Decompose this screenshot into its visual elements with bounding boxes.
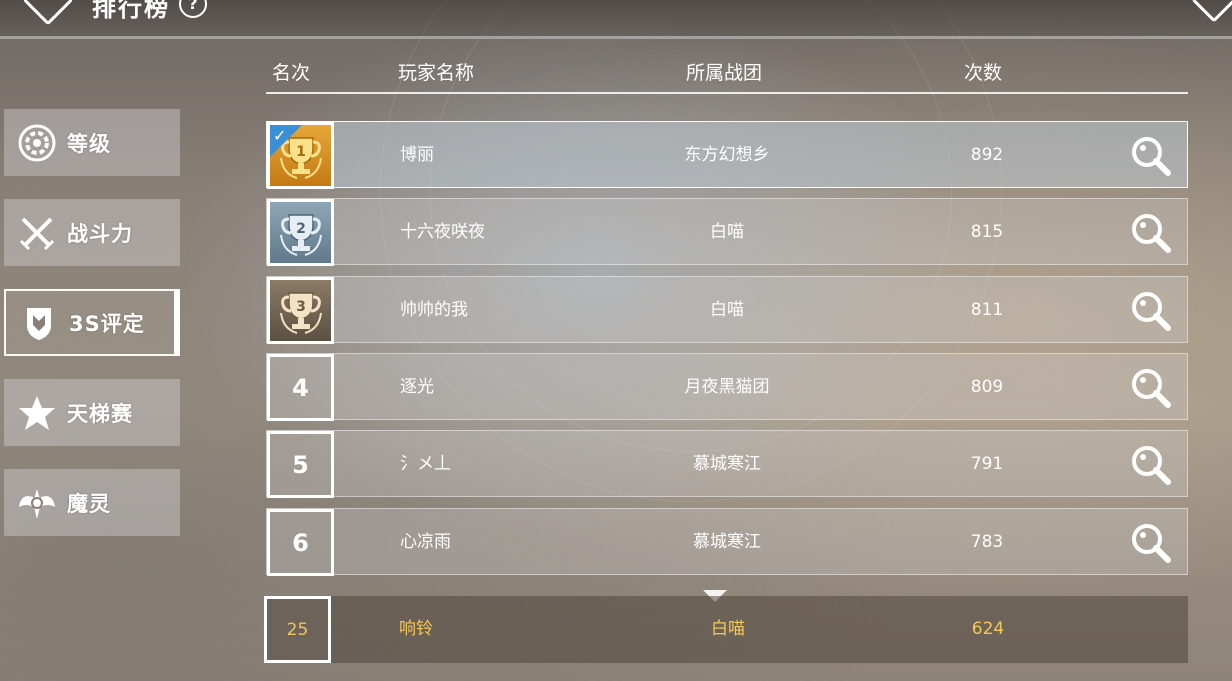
- level-gear-icon: [17, 123, 57, 163]
- team-name: 白喵: [710, 222, 744, 242]
- sidebar-item-level[interactable]: 等级: [4, 109, 180, 176]
- count-value: 892: [970, 145, 1004, 165]
- player-name: 帅帅的我: [400, 300, 468, 320]
- count-value: 783: [970, 532, 1004, 552]
- check-icon: ✓: [273, 126, 287, 145]
- svg-text:3: 3: [296, 299, 306, 315]
- player-name: 心凉雨: [400, 532, 451, 552]
- column-header-rank: 名次: [272, 62, 311, 84]
- table-row[interactable]: 3 帅帅的我 白喵 811: [266, 276, 1188, 344]
- my-count-value: 624: [971, 619, 1005, 639]
- search-icon[interactable]: [1129, 366, 1173, 410]
- my-rank-row: 25 响铃 白喵 624: [264, 596, 1188, 663]
- team-name: 慕城寒江: [693, 532, 761, 552]
- player-name: 氵メ丄: [400, 454, 451, 474]
- crossed-swords-icon: [17, 213, 57, 253]
- help-icon[interactable]: ?: [179, 0, 207, 18]
- search-icon[interactable]: [1129, 289, 1173, 333]
- search-icon[interactable]: [1129, 211, 1173, 255]
- column-header-team: 所属战团: [686, 62, 763, 84]
- sidebar-item-label: 等级: [67, 131, 111, 156]
- table-row[interactable]: 4 逐光 月夜黑猫团 809: [266, 353, 1188, 421]
- search-icon[interactable]: [1129, 521, 1173, 565]
- winged-spirit-icon: [17, 483, 57, 523]
- page-title: 排行榜: [92, 0, 170, 22]
- count-value: 809: [970, 377, 1004, 397]
- table-row[interactable]: 5 氵メ丄 慕城寒江 791: [266, 430, 1188, 498]
- team-name: 白喵: [710, 300, 744, 320]
- search-icon[interactable]: [1129, 443, 1173, 487]
- table-header: 名次 玩家名称 所属战团 次数: [266, 56, 1188, 94]
- team-name: 慕城寒江: [693, 454, 761, 474]
- count-value: 815: [970, 222, 1004, 242]
- my-rank-number: 25: [264, 596, 331, 663]
- sidebar-item-label: 天梯赛: [67, 401, 133, 426]
- sidebar-item-label: 3S评定: [69, 311, 145, 336]
- rank-number: 6: [267, 509, 334, 576]
- svg-text:2: 2: [296, 221, 306, 237]
- sidebar-item-label: 魔灵: [67, 491, 111, 516]
- my-player-name: 响铃: [399, 619, 433, 639]
- back-diamond-icon[interactable]: [22, 0, 74, 26]
- star-icon: [17, 393, 57, 433]
- table-row[interactable]: 1 ✓ 博丽 东方幻想乡 892: [266, 121, 1188, 189]
- column-header-count: 次数: [964, 62, 1003, 84]
- exit-icon[interactable]: [1191, 0, 1232, 23]
- gold-trophy-icon: 1 ✓: [267, 122, 334, 189]
- shield-crest-icon: [19, 303, 59, 343]
- count-value: 791: [970, 454, 1004, 474]
- top-bar: 排行榜 ?: [0, 0, 1232, 39]
- rank-number: 5: [267, 431, 334, 498]
- team-name: 月夜黑猫团: [684, 377, 770, 397]
- silver-trophy-icon: 2: [267, 199, 334, 266]
- sidebar-item-ladder[interactable]: 天梯赛: [4, 379, 180, 446]
- player-name: 逐光: [400, 377, 434, 397]
- table-row[interactable]: 6 心凉雨 慕城寒江 783: [266, 508, 1188, 576]
- bronze-trophy-icon: 3: [267, 277, 334, 344]
- rank-number: 4: [267, 354, 334, 421]
- my-team-name: 白喵: [711, 619, 745, 639]
- player-name: 十六夜咲夜: [400, 222, 485, 242]
- search-icon[interactable]: [1129, 134, 1173, 178]
- team-name: 东方幻想乡: [684, 145, 770, 165]
- sidebar-item-3s-rating[interactable]: 3S评定: [4, 289, 180, 356]
- column-header-player: 玩家名称: [398, 62, 475, 84]
- sidebar-item-spirit[interactable]: 魔灵: [4, 469, 180, 536]
- count-value: 811: [970, 300, 1004, 320]
- sidebar-item-combat-power[interactable]: 战斗力: [4, 199, 180, 266]
- player-name: 博丽: [400, 145, 434, 165]
- sidebar-item-label: 战斗力: [67, 221, 133, 246]
- table-row[interactable]: 2 十六夜咲夜 白喵 815: [266, 198, 1188, 266]
